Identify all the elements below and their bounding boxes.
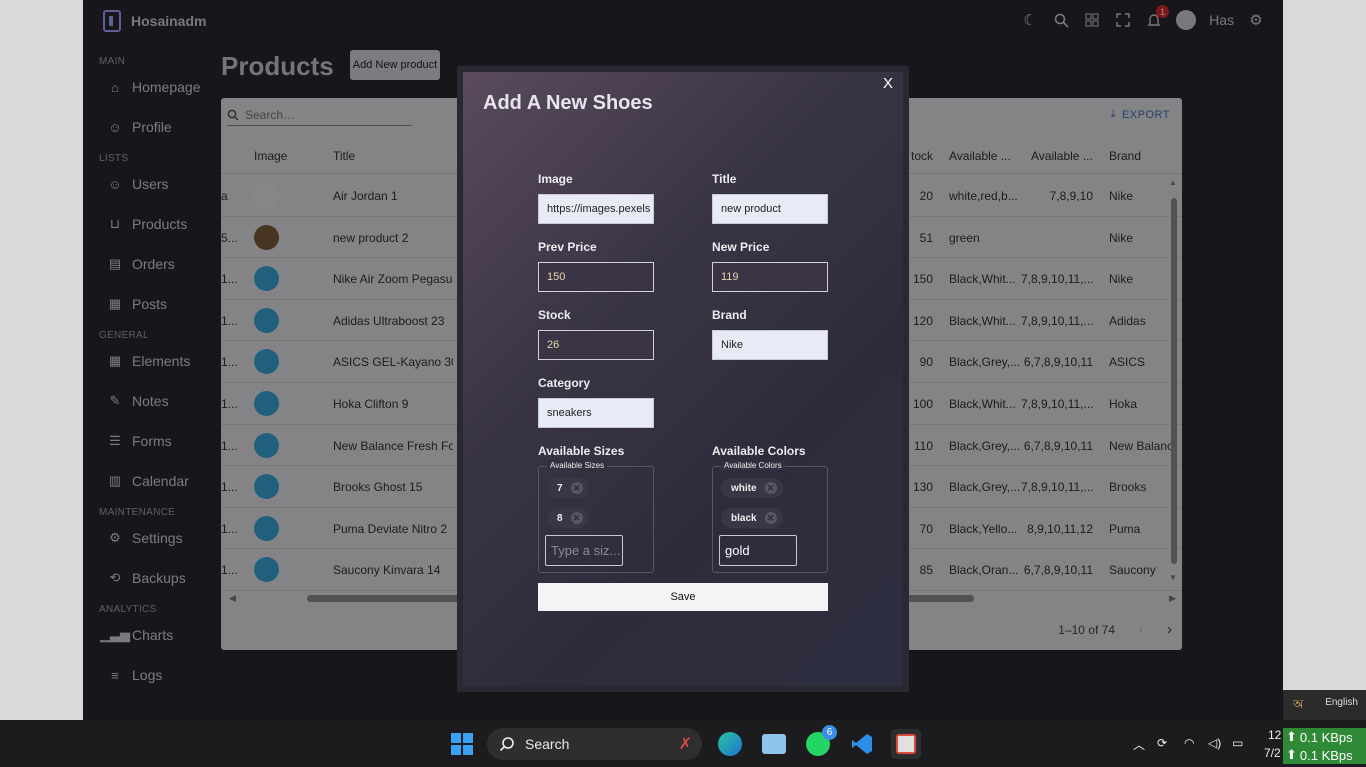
category-label: Category bbox=[538, 376, 591, 390]
save-button[interactable]: Save bbox=[538, 583, 828, 611]
language-indicator[interactable]: অ English bbox=[1283, 690, 1366, 720]
sizes-chip-input[interactable]: Available Sizes 7 ✕ 8 ✕ Type a siz... bbox=[538, 461, 654, 573]
new-price-input[interactable]: 119 bbox=[712, 262, 828, 292]
tray-chevron-icon[interactable]: ︿ bbox=[1133, 736, 1145, 753]
battery-icon[interactable]: ▭ bbox=[1232, 736, 1243, 750]
color-chip[interactable]: white ✕ bbox=[721, 478, 783, 498]
whatsapp-badge: 6 bbox=[822, 725, 837, 740]
search-highlight-icon: ✗ bbox=[678, 736, 692, 753]
category-input[interactable]: sneakers bbox=[538, 398, 654, 428]
photos-app-icon[interactable] bbox=[759, 729, 789, 759]
net-download: ⬆ 0.1 KBps bbox=[1283, 746, 1366, 764]
size-chip[interactable]: 7 ✕ bbox=[547, 478, 589, 498]
net-upload: ⬆ 0.1 KBps bbox=[1283, 728, 1366, 746]
title-input[interactable]: new product bbox=[712, 194, 828, 224]
remove-chip-icon[interactable]: ✕ bbox=[764, 482, 777, 494]
upload-arrow-icon: ⬆ bbox=[1286, 729, 1297, 744]
sizes-legend: Available Sizes bbox=[547, 461, 608, 470]
stock-label: Stock bbox=[538, 308, 571, 322]
size-chip[interactable]: 8 ✕ bbox=[547, 508, 589, 528]
taskbar: Search ✗ 6 ︿ ⟳ ◠ ◁) ▭ 12 7/2 ⬆ 0.1 KBps ⬆… bbox=[0, 720, 1366, 767]
color-chip[interactable]: black ✕ bbox=[721, 508, 783, 528]
prev-price-label: Prev Price bbox=[538, 240, 597, 254]
sync-icon[interactable]: ⟳ bbox=[1157, 736, 1167, 750]
taskbar-search[interactable]: Search ✗ bbox=[487, 728, 702, 760]
sizes-label: Available Sizes bbox=[538, 444, 625, 458]
vscode-icon[interactable] bbox=[847, 729, 877, 759]
new-price-label: New Price bbox=[712, 240, 770, 254]
size-type-input[interactable]: Type a siz... bbox=[545, 535, 623, 566]
snipping-tool-icon[interactable] bbox=[891, 729, 921, 759]
color-type-input[interactable]: gold bbox=[719, 535, 797, 566]
title-label: Title bbox=[712, 172, 737, 186]
modal-title: Add A New Shoes bbox=[483, 92, 653, 114]
whatsapp-icon[interactable]: 6 bbox=[803, 725, 837, 759]
stock-input[interactable]: 26 bbox=[538, 330, 654, 360]
remove-chip-icon[interactable]: ✕ bbox=[764, 512, 777, 524]
colors-label: Available Colors bbox=[712, 444, 806, 458]
volume-icon[interactable]: ◁) bbox=[1208, 736, 1221, 750]
edge-browser-icon[interactable] bbox=[715, 729, 745, 759]
image-url-input[interactable]: https://images.pexels bbox=[538, 194, 654, 224]
download-arrow-icon: ⬆ bbox=[1286, 747, 1297, 762]
prev-price-input[interactable]: 150 bbox=[538, 262, 654, 292]
colors-legend: Available Colors bbox=[721, 461, 785, 470]
image-label: Image bbox=[538, 172, 573, 186]
close-modal-button[interactable]: X bbox=[883, 75, 893, 92]
clock-date[interactable]: 7/2 bbox=[1264, 746, 1281, 760]
brand-input[interactable]: Nike bbox=[712, 330, 828, 360]
add-product-modal: X Add A New Shoes Image https://images.p… bbox=[457, 66, 909, 692]
search-icon bbox=[499, 737, 514, 752]
brand-label: Brand bbox=[712, 308, 747, 322]
windows-start-icon[interactable] bbox=[447, 729, 477, 759]
remove-chip-icon[interactable]: ✕ bbox=[570, 512, 583, 524]
clock-time[interactable]: 12 bbox=[1268, 728, 1281, 742]
keyboard-icon: অ bbox=[1293, 697, 1304, 711]
colors-chip-input[interactable]: Available Colors white ✕ black ✕ gold bbox=[712, 461, 828, 573]
wifi-icon[interactable]: ◠ bbox=[1184, 736, 1194, 750]
remove-chip-icon[interactable]: ✕ bbox=[570, 482, 583, 494]
